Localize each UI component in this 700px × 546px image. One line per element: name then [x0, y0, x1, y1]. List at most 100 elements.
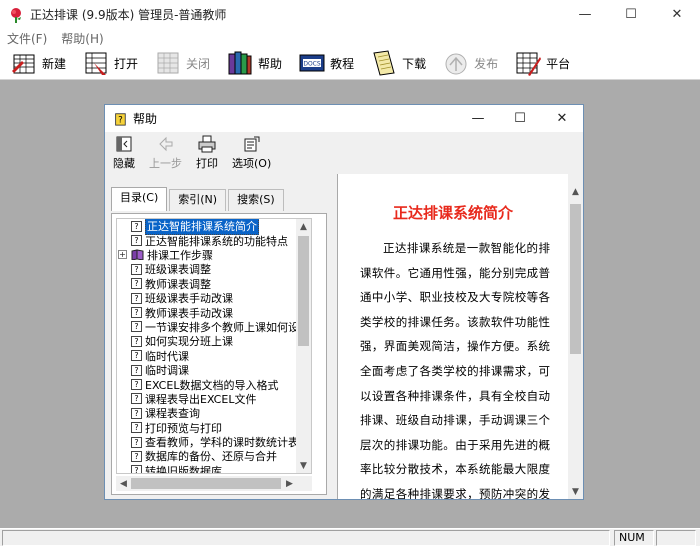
svg-text:DOCS: DOCS	[303, 61, 321, 68]
tree-item[interactable]: ? 正达智能排课系统的功能特点	[117, 233, 298, 248]
tree-scroll-up-arrow[interactable]: ▲	[296, 219, 311, 234]
help-content-pane: 正达排课系统简介 正达排课系统是一款智能化的排课软件。它通用性强，能分别完成普通…	[337, 174, 583, 499]
tree-item[interactable]: ? 如何实现分班上课	[117, 334, 298, 348]
tree-item[interactable]: ? 班级课表调整	[117, 262, 298, 276]
new-button[interactable]: 新建	[0, 47, 72, 79]
back-button[interactable]: 上一步	[149, 135, 182, 171]
publish-button[interactable]: 发布	[432, 47, 504, 79]
help-close-button[interactable]: ✕	[541, 105, 583, 132]
open-button[interactable]: 打开	[72, 47, 144, 79]
help-button[interactable]: 帮助	[216, 47, 288, 79]
tree-item[interactable]: ? 转换旧版数据库	[117, 464, 298, 474]
tree-scroll-down-arrow[interactable]: ▼	[296, 458, 311, 473]
help-topic-icon: ?	[131, 263, 142, 275]
tree-scroll-left-arrow[interactable]: ◀	[116, 476, 131, 491]
help-topic-icon: ?	[131, 350, 142, 362]
help-tabs: 目录(C) 索引(N) 搜索(S)	[111, 187, 286, 211]
help-topic-icon: ?	[131, 307, 142, 319]
back-arrow-icon	[158, 136, 172, 152]
platform-icon	[516, 52, 542, 76]
window-controls: — ☐ ✕	[562, 0, 700, 29]
menubar: 文件(F) 帮助(H)	[0, 29, 700, 47]
help-window-controls: — ☐ ✕	[457, 105, 583, 132]
tree-item[interactable]: ? 一节课安排多个教师上课如何设	[117, 320, 299, 334]
statusbar: NUM	[0, 528, 700, 546]
new-schedule-icon	[12, 54, 35, 74]
download-icon	[373, 50, 395, 76]
tree-vertical-scrollbar[interactable]: ▲ ▼	[296, 219, 311, 473]
close-table-button[interactable]: 关闭	[144, 47, 216, 79]
tree-item[interactable]: ? 课程表导出EXCEL文件	[117, 392, 298, 406]
help-minimize-button[interactable]: —	[457, 105, 499, 132]
tutorial-button[interactable]: DOCS 教程	[288, 47, 360, 79]
help-topic-icon: ?	[131, 436, 142, 448]
contents-tree: ? 正达智能排课系统简介? 正达智能排课系统的功能特点 + 排课工作步骤? 班级课表调整?…	[116, 218, 312, 474]
help-toolbar: 隐藏 上一步 打印 选项(O)	[105, 132, 583, 174]
tree-item[interactable]: ? 临时调课	[117, 363, 298, 377]
tree-item[interactable]: ? 班级课表手动改课	[117, 291, 298, 305]
status-pane-extra	[656, 530, 696, 546]
hide-button[interactable]: 隐藏	[113, 135, 135, 171]
tree-item[interactable]: + 排课工作步骤	[117, 248, 298, 262]
tree-item[interactable]: ? 数据库的备份、还原与合并	[117, 449, 298, 463]
help-topic-icon: ?	[131, 335, 142, 347]
content-scroll-up-arrow[interactable]: ▲	[568, 184, 583, 199]
menu-file[interactable]: 文件(F)	[0, 30, 54, 47]
tree-item[interactable]: ? EXCEL数据文档的导入格式	[117, 377, 298, 392]
help-topic-icon: ?	[131, 292, 142, 304]
hide-icon	[116, 136, 132, 152]
open-icon	[85, 52, 107, 75]
book-icon	[131, 249, 144, 261]
help-topic-icon: ?	[131, 364, 142, 376]
menu-help[interactable]: 帮助(H)	[54, 30, 110, 47]
tab-contents[interactable]: 目录(C)	[111, 187, 168, 211]
print-button[interactable]: 打印	[196, 135, 218, 171]
help-window: ? 帮助 — ☐ ✕ 隐藏 上一步 打印 选项(O) 目录(C) 索引(N) 搜…	[104, 104, 584, 500]
help-topic-icon: ?	[131, 450, 142, 462]
docs-tutorial-icon: DOCS	[299, 54, 325, 72]
tree-scroll-thumb[interactable]	[298, 236, 309, 346]
tree-hscroll-thumb[interactable]	[131, 478, 281, 489]
tree-item-label: 转换旧版数据库	[145, 464, 222, 474]
content-scroll-thumb[interactable]	[570, 204, 581, 354]
contents-panel: ? 正达智能排课系统简介? 正达智能排课系统的功能特点 + 排课工作步骤? 班级课表调整?…	[111, 213, 327, 495]
tree-item[interactable]: ? 教师课表调整	[117, 277, 298, 291]
tree-item[interactable]: ? 打印预览与打印	[117, 420, 298, 435]
main-titlebar: 正达排课 (9.9版本) 管理员-普通教师 — ☐ ✕	[0, 0, 700, 29]
content-body: 正达排课系统是一款智能化的排课软件。它通用性强，能分别完成普通中小学、职业技校及…	[360, 241, 550, 499]
content-scroll-down-arrow[interactable]: ▼	[568, 484, 583, 499]
tab-search[interactable]: 搜索(S)	[228, 189, 284, 211]
content-vertical-scrollbar[interactable]: ▲ ▼	[568, 174, 583, 499]
help-topic-icon: ?	[131, 407, 142, 419]
help-book-icon	[228, 51, 252, 75]
help-title: 帮助	[133, 112, 158, 126]
help-window-icon: ?	[115, 112, 126, 126]
tree-expand-icon[interactable]: +	[118, 250, 127, 260]
help-topic-icon: ?	[131, 321, 142, 333]
status-message-pane	[2, 530, 610, 546]
svg-text:?: ?	[118, 115, 123, 125]
platform-button[interactable]: 平台	[504, 47, 576, 79]
close-button[interactable]: ✕	[654, 0, 700, 29]
options-button[interactable]: 选项(O)	[232, 135, 271, 171]
maximize-button[interactable]: ☐	[608, 0, 654, 29]
tree-scroll-right-arrow[interactable]: ▶	[282, 476, 297, 491]
tree-item[interactable]: ? 正达智能排课系统简介	[117, 219, 298, 236]
tree-horizontal-scrollbar[interactable]: ◀ ▶	[116, 476, 312, 491]
help-topic-icon: ?	[131, 422, 142, 434]
help-topic-icon: ?	[131, 393, 142, 405]
help-maximize-button[interactable]: ☐	[499, 105, 541, 132]
minimize-button[interactable]: —	[562, 0, 608, 29]
help-topic-icon: ?	[131, 278, 142, 290]
help-titlebar: ? 帮助 — ☐ ✕	[105, 105, 583, 132]
tree-item[interactable]: ? 临时代课	[117, 349, 298, 363]
tree-item[interactable]: ? 教师课表手动改课	[117, 305, 298, 320]
help-topic-icon: ?	[131, 235, 142, 247]
download-button[interactable]: 下载	[360, 47, 432, 79]
help-topic-icon: ?	[131, 220, 142, 232]
tab-index[interactable]: 索引(N)	[169, 189, 227, 211]
main-toolbar: 新建 打开 关闭 帮助 DOCS 教程 下载 发布 平台	[0, 47, 700, 80]
tree-item[interactable]: ? 课程表查询	[117, 406, 298, 420]
tree-item[interactable]: ? 查看教师，学科的课时数统计表	[117, 435, 299, 449]
content-title: 正达排课系统简介	[392, 204, 513, 222]
